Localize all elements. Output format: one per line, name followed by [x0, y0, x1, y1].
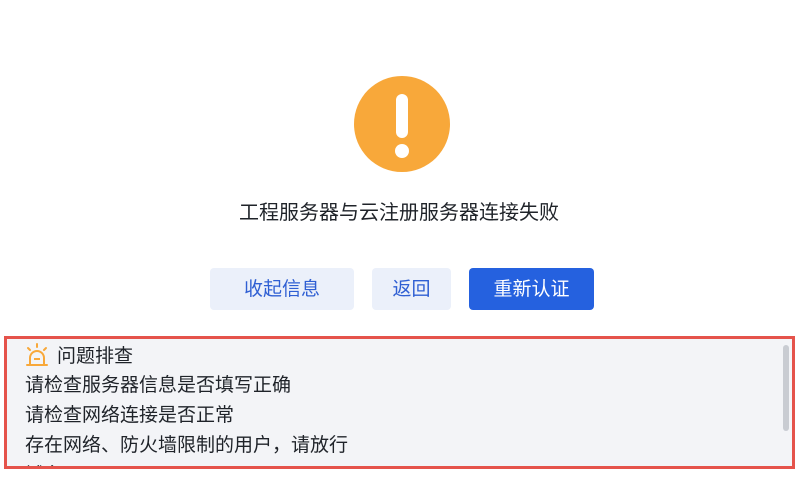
alarm-light-icon — [25, 343, 49, 369]
troubleshoot-panel: 问题排查 请检查服务器信息是否填写正确 请检查网络连接是否正常 存在网络、防火墙… — [4, 336, 795, 469]
troubleshoot-item: 请检查网络连接是否正常 — [25, 404, 235, 426]
troubleshoot-item: 请检查服务器信息是否填写正确 — [25, 374, 292, 396]
exclamation-circle-icon — [354, 76, 450, 172]
back-button[interactable]: 返回 — [372, 268, 451, 310]
troubleshoot-content: 问题排查 请检查服务器信息是否填写正确 请检查网络连接是否正常 存在网络、防火墙… — [25, 342, 778, 466]
troubleshoot-item: 域名：https://registry.f... — [25, 460, 778, 466]
exclamation-bar — [396, 94, 408, 138]
troubleshoot-title: 问题排查 — [57, 345, 134, 367]
collapse-info-button[interactable]: 收起信息 — [210, 268, 354, 310]
troubleshoot-item: 存在网络、防火墙限制的用户，请放行 — [25, 434, 349, 456]
error-message: 工程服务器与云注册服务器连接失败 — [239, 200, 559, 224]
panel-scrollbar[interactable] — [783, 345, 789, 431]
exclamation-dot — [395, 144, 409, 158]
troubleshoot-header: 问题排查 — [25, 342, 778, 370]
reauthenticate-button[interactable]: 重新认证 — [469, 268, 594, 310]
